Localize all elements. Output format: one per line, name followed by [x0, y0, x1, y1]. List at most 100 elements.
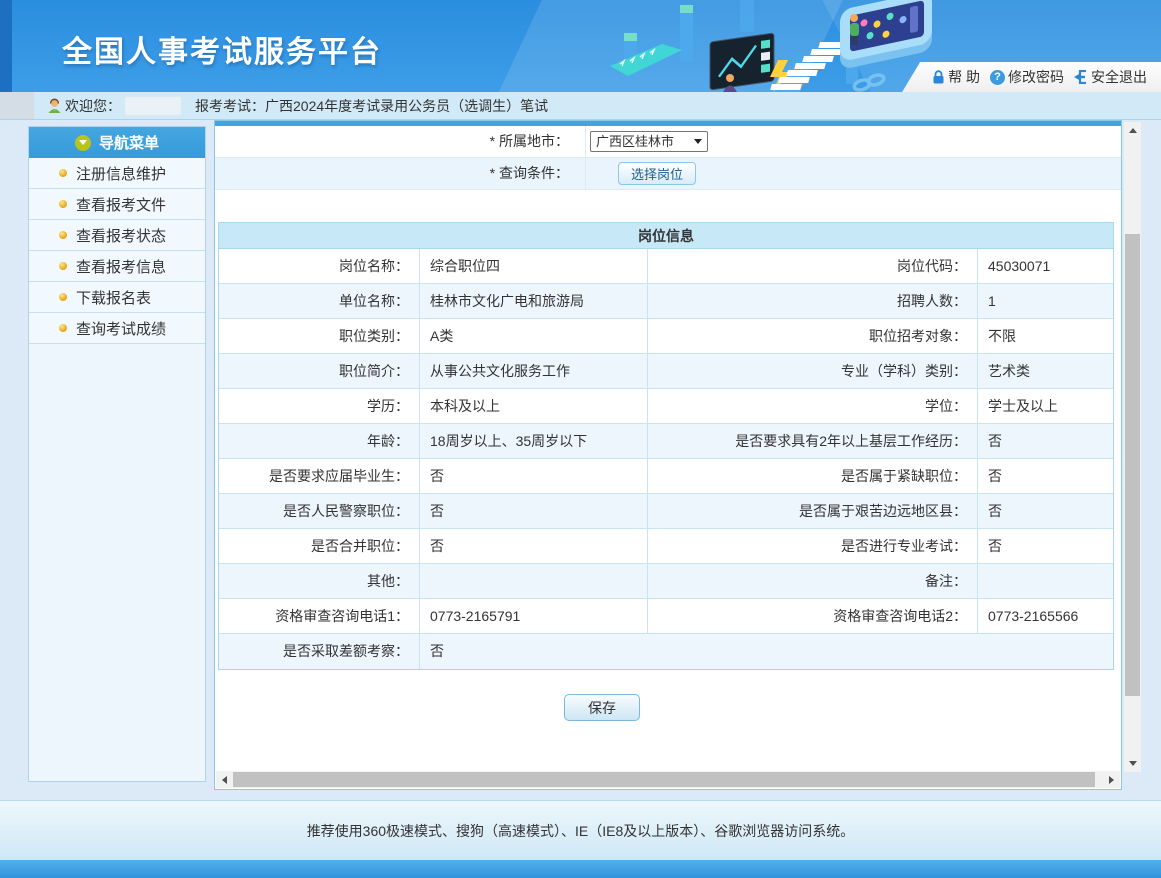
cell-label: 岗位名称： — [219, 249, 419, 283]
cell-value: 否 — [419, 494, 647, 528]
browser-recommendation: 推荐使用360极速模式、搜狗（高速模式）、IE（IE8及以上版本）、谷歌浏览器访… — [307, 821, 855, 841]
table-row: 学历： 本科及以上 学位： 学士及以上 — [219, 389, 1113, 424]
vertical-scrollbar-thumb[interactable] — [1125, 234, 1140, 696]
cell-value: A类 — [419, 319, 647, 353]
cell-label: 专业（学科）类别： — [647, 354, 977, 388]
scroll-up-icon[interactable] — [1124, 122, 1141, 139]
table-row: 是否人民警察职位： 否 是否属于艰苦边远地区县： 否 — [219, 494, 1113, 529]
cell-label: 单位名称： — [219, 284, 419, 318]
cell-value: 艺术类 — [977, 354, 1113, 388]
sidebar-item-view-apply-info[interactable]: 查看报考信息 — [29, 251, 205, 282]
utility-bar: 帮 助 ? 修改密码 安全退出 — [902, 62, 1161, 92]
table-row: 单位名称： 桂林市文化广电和旅游局 招聘人数： 1 — [219, 284, 1113, 319]
lock-icon — [932, 70, 945, 84]
sidebar-item-label: 查看报考文件 — [76, 194, 166, 215]
cell-label: 资格审查咨询电话1： — [219, 599, 419, 633]
cell-label: 是否属于紧缺职位： — [647, 459, 977, 493]
user-avatar-icon — [46, 97, 63, 114]
cell-label: 资格审查咨询电话2： — [647, 599, 977, 633]
cell-label: 岗位代码： — [647, 249, 977, 283]
main-panel: * 所属地市： 广西区桂林市 * 查询条件： 选择岗位 岗位信息 岗位名称： 综… — [214, 120, 1122, 790]
table-row: 岗位名称： 综合职位四 岗位代码： 45030071 — [219, 249, 1113, 284]
footer-strip — [0, 860, 1161, 878]
change-password-link[interactable]: ? 修改密码 — [990, 67, 1064, 87]
cell-value: 否 — [419, 634, 1113, 669]
cell-value: 否 — [419, 459, 647, 493]
cell-label: 年龄： — [219, 424, 419, 458]
cell-label: 备注： — [647, 564, 977, 598]
cell-label: 职位招考对象： — [647, 319, 977, 353]
logout-label: 安全退出 — [1091, 67, 1147, 87]
cell-value: 从事公共文化服务工作 — [419, 354, 647, 388]
cell-label: 招聘人数： — [647, 284, 977, 318]
sidebar-item-download-form[interactable]: 下载报名表 — [29, 282, 205, 313]
cell-value: 1 — [977, 284, 1113, 318]
cell-value: 0773-2165566 — [977, 599, 1113, 633]
scroll-left-icon[interactable] — [216, 771, 233, 788]
cell-value: 否 — [419, 529, 647, 563]
city-select-value: 广西区桂林市 — [596, 132, 674, 151]
cell-value: 桂林市文化广电和旅游局 — [419, 284, 647, 318]
cell-label: 学历： — [219, 389, 419, 423]
bullet-icon — [59, 324, 67, 332]
sidebar-item-label: 查看报考信息 — [76, 256, 166, 277]
sidebar-item-view-exam-files[interactable]: 查看报考文件 — [29, 189, 205, 220]
table-row: 是否合并职位： 否 是否进行专业考试： 否 — [219, 529, 1113, 564]
table-row: 职位类别： A类 职位招考对象： 不限 — [219, 319, 1113, 354]
cell-value: 否 — [977, 529, 1113, 563]
help-link[interactable]: 帮 助 — [932, 67, 980, 87]
bullet-icon — [59, 231, 67, 239]
welcome-bar: 欢迎您： 报考考试：广西2024年度考试录用公务员（选调生）笔试 — [0, 92, 1161, 120]
vertical-scrollbar[interactable] — [1124, 122, 1141, 772]
logout-link[interactable]: 安全退出 — [1074, 67, 1147, 87]
sidebar-item-label: 查询考试成绩 — [76, 318, 166, 339]
horizontal-scrollbar[interactable] — [216, 771, 1120, 788]
job-info-table: 岗位信息 岗位名称： 综合职位四 岗位代码： 45030071 单位名称： 桂林… — [218, 222, 1114, 670]
sidebar-item-query-scores[interactable]: 查询考试成绩 — [29, 313, 205, 344]
page-title: 全国人事考试服务平台 — [62, 27, 382, 71]
sidebar-item-register-info[interactable]: 注册信息维护 — [29, 158, 205, 189]
table-row: 年龄： 18周岁以上、35周岁以下 是否要求具有2年以上基层工作经历： 否 — [219, 424, 1113, 459]
cell-value — [419, 564, 647, 598]
city-select[interactable]: 广西区桂林市 — [590, 131, 708, 152]
table-row: 其他： 备注： — [219, 564, 1113, 599]
horizontal-scrollbar-thumb[interactable] — [233, 772, 1095, 787]
table-row: 是否采取差额考察： 否 — [219, 634, 1113, 669]
app-header: 全国人事考试服务平台 帮 助 ? 修改密码 安全退出 — [0, 0, 1161, 92]
header-illustration — [610, 0, 940, 92]
cell-label: 职位简介： — [219, 354, 419, 388]
sidebar-item-view-apply-status[interactable]: 查看报考状态 — [29, 220, 205, 251]
username-redacted — [125, 97, 181, 115]
form-row-condition: * 查询条件： 选择岗位 — [215, 158, 1121, 190]
change-password-label: 修改密码 — [1008, 67, 1064, 87]
table-body: 岗位名称： 综合职位四 岗位代码： 45030071 单位名称： 桂林市文化广电… — [219, 249, 1113, 669]
nav-menu-header[interactable]: 导航菜单 — [29, 127, 205, 158]
exam-name-label: 报考考试：广西2024年度考试录用公务员（选调生）笔试 — [195, 96, 548, 116]
cell-value: 18周岁以上、35周岁以下 — [419, 424, 647, 458]
cell-value: 否 — [977, 459, 1113, 493]
question-icon: ? — [990, 70, 1005, 85]
select-job-button[interactable]: 选择岗位 — [618, 162, 696, 185]
table-title: 岗位信息 — [219, 223, 1113, 249]
sidebar: 导航菜单 注册信息维护 查看报考文件 查看报考状态 查看报考信息 下载报名表 查… — [28, 126, 206, 782]
cell-value — [977, 564, 1113, 598]
header-left-strip — [0, 0, 12, 92]
welcome-label: 欢迎您： — [65, 96, 121, 116]
welcome-bar-left-cap — [0, 92, 34, 119]
cell-label: 其他： — [219, 564, 419, 598]
cell-value: 45030071 — [977, 249, 1113, 283]
scroll-down-icon[interactable] — [1124, 755, 1141, 772]
save-button[interactable]: 保存 — [564, 694, 640, 721]
scroll-right-icon[interactable] — [1103, 771, 1120, 788]
cell-value: 否 — [977, 494, 1113, 528]
form-row-city: * 所属地市： 广西区桂林市 — [215, 126, 1121, 158]
cell-label: 是否属于艰苦边远地区县： — [647, 494, 977, 528]
cell-value: 不限 — [977, 319, 1113, 353]
logout-icon — [1074, 70, 1088, 84]
bullet-icon — [59, 293, 67, 301]
sidebar-item-label: 下载报名表 — [76, 287, 151, 308]
cell-label: 是否要求具有2年以上基层工作经历： — [647, 424, 977, 458]
page: 全国人事考试服务平台 帮 助 ? 修改密码 安全退出 — [0, 0, 1161, 878]
bullet-icon — [59, 200, 67, 208]
cell-label: 是否合并职位： — [219, 529, 419, 563]
